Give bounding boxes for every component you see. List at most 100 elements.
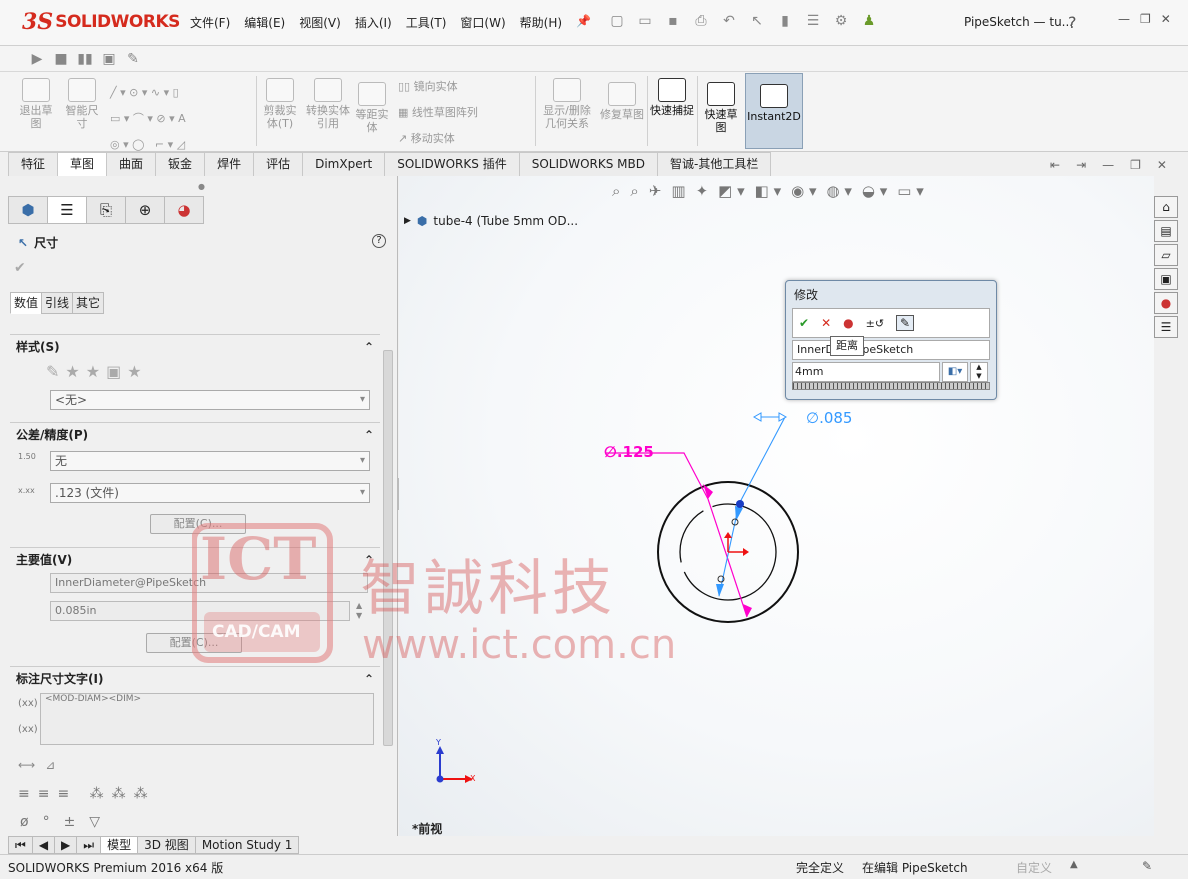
ok-check-icon[interactable]: ✔ [14,260,26,276]
undo-icon[interactable]: ↶ [720,12,738,30]
tab-nav-prev-icon[interactable]: ◀ [31,836,56,854]
view-palette-icon[interactable]: ▣ [1154,268,1178,290]
trim-entities-button[interactable]: 剪裁实体(T) [260,78,300,130]
accept-check-icon[interactable]: ✔ [799,316,809,330]
configuration-manager-icon[interactable]: ⎘ [86,196,126,224]
cancel-x-icon[interactable]: ✕ [821,316,831,330]
doc-close-icon[interactable]: ✕ [1157,158,1167,172]
help-icon[interactable]: ? [1068,13,1077,32]
parentheses-icon[interactable]: (xx) [18,698,38,709]
doc-restore-icon[interactable]: ❐ [1130,158,1141,172]
tab-sketch[interactable]: 草图 [57,152,108,176]
next-doc-icon[interactable]: ⇥ [1076,158,1086,172]
tab-model[interactable]: 模型 [100,836,139,854]
tab-other-toolbar[interactable]: 智诚-其他工具栏 [657,152,772,176]
tab-nav-next-icon[interactable]: ▶ [54,836,78,854]
collapse-icon[interactable]: ⌃ [364,667,374,691]
tab-evaluate[interactable]: 评估 [253,152,304,176]
style-favorites-icons[interactable]: ✎★★▣★ [46,362,148,381]
tab-features[interactable]: 特征 [8,152,59,176]
dimension-value-input[interactable]: 4mm [792,362,940,382]
inner-dim-handle-left[interactable] [752,412,762,422]
pm-help-icon[interactable]: ? [372,234,386,248]
tab-other[interactable]: 其它 [72,292,105,314]
quick-snaps-button[interactable]: 快速捕捉 [650,78,694,117]
instant2d-button[interactable]: Instant2D [745,73,803,149]
tab-nav-last-icon[interactable]: ⏭ [76,836,102,854]
new-macro-icon[interactable]: ▣ [100,50,118,68]
reverse-sense-icon[interactable]: ±↺ [866,317,884,330]
menu-insert[interactable]: 插入(I) [355,14,392,31]
design-library-icon[interactable]: ▤ [1154,220,1178,242]
tab-dimxpert[interactable]: DimXpert [302,152,386,176]
custom-properties-icon[interactable]: ☰ [1154,316,1178,338]
tab-surfaces[interactable]: 曲面 [106,152,157,176]
tab-3d-views[interactable]: 3D 视图 [137,836,196,854]
value-spin-icon[interactable]: ▲ ▼ [970,362,988,382]
tab-nav-first-icon[interactable]: ⏮ [8,836,33,854]
panel-grip-icon[interactable]: ● [198,182,205,191]
tab-value[interactable]: 数值 [10,292,43,314]
property-manager-icon[interactable]: ☰ [47,196,87,224]
dimension-text-box[interactable]: <MOD-DIAM><DIM> [40,693,374,745]
doc-minimize-icon[interactable]: — [1102,158,1114,172]
menu-file[interactable]: 文件(F) [190,14,230,31]
file-explorer-icon[interactable]: ▱ [1154,244,1178,266]
display-relations-button[interactable]: 显示/删除几何关系 [538,78,596,130]
menu-help[interactable]: 帮助(H) [520,14,562,31]
inner-point-top[interactable] [736,500,744,508]
tab-motion-study[interactable]: Motion Study 1 [194,836,300,854]
tab-addins[interactable]: SOLIDWORKS 插件 [384,152,520,176]
linear-pattern-button[interactable]: ▦ 线性草图阵列 [398,104,478,120]
play-icon[interactable]: ▶ [28,50,46,68]
open-icon[interactable]: ▭ [636,12,654,30]
close-icon[interactable]: ✕ [1161,12,1171,26]
tab-sheet-metal[interactable]: 钣金 [155,152,206,176]
primary-value-section-header[interactable]: 主要值(V) ⌃ [10,547,380,571]
rebuild-traffic-light-icon[interactable]: ● [843,316,853,330]
smart-dimension-button[interactable]: 智能尺寸 [62,78,102,130]
prev-doc-icon[interactable]: ⇤ [1050,158,1060,172]
mirror-entities-button[interactable]: ▯▯ 镜向实体 [398,78,458,94]
style-combo[interactable]: <无> [50,390,370,410]
select-icon[interactable]: ↖ [748,12,766,30]
inspection-icon[interactable]: (xx) [18,724,38,735]
inner-dim-handle-right[interactable] [778,412,788,422]
sketch-canvas[interactable] [399,176,1154,836]
stop-icon[interactable]: ■ [52,50,70,68]
convert-entities-button[interactable]: 转换实体引用 [306,78,350,130]
tab-mbd[interactable]: SOLIDWORKS MBD [518,152,659,176]
tolerance-type-combo[interactable]: 无 [50,451,370,471]
precision-combo[interactable]: .123 (文件) [50,483,370,503]
status-tag-icon[interactable]: ✎ [1142,859,1152,873]
thumbwheel-slider[interactable] [792,382,990,390]
repair-sketch-button[interactable]: 修复草图 [600,82,644,121]
dimxpert-manager-icon[interactable]: ⊕ [125,196,165,224]
symbol-icons[interactable]: ø°±▽ [20,814,114,830]
home-icon[interactable]: ⌂ [1154,196,1178,218]
tolerance-section-header[interactable]: 公差/精度(P) ⌃ [10,422,380,446]
pin-icon[interactable]: 📌 [576,14,591,31]
style-section-header[interactable]: 样式(S) ⌃ [10,334,380,358]
minimize-icon[interactable]: — [1118,12,1130,26]
mark-for-drawing-icon[interactable]: ✎ [896,315,915,331]
pause-icon[interactable]: ▮▮ [76,50,94,68]
restore-icon[interactable]: ❐ [1140,12,1151,26]
dimension-text-section-header[interactable]: 标注尺寸文字(I) ⌃ [10,666,380,690]
edit-macro-icon[interactable]: ✎ [124,50,142,68]
sketch-entity-tools[interactable]: ╱ ▾ ⊙ ▾ ∿ ▾ ▯ ▭ ▾ ⌒ ▾ ⊘ ▾ A ◎ ▾ ◯ ⌐ ▾ ◿ [110,80,186,158]
tab-weldments[interactable]: 焊件 [204,152,255,176]
leader-align-icons[interactable]: ⟷⊿ [18,758,65,772]
menu-tools[interactable]: 工具(T) [406,14,447,31]
inner-diameter-label[interactable]: ∅.085 [806,409,852,427]
menu-window[interactable]: 窗口(W) [460,14,505,31]
rebuild-icon[interactable]: ▮ [776,12,794,30]
file-properties-icon[interactable]: ☰ [804,12,822,30]
units-dropdown-icon[interactable]: ▲ [1070,859,1078,870]
feature-manager-icon[interactable]: ⬢ [8,196,48,224]
rapid-sketch-button[interactable]: 快速草图 [700,82,742,134]
save-icon[interactable]: ▪ [664,12,682,30]
exit-sketch-button[interactable]: 退出草图 [16,78,56,130]
dimension-name-field[interactable]: InnerD r@PipeSketch [792,340,990,360]
options-gear-icon[interactable]: ⚙ [832,12,850,30]
